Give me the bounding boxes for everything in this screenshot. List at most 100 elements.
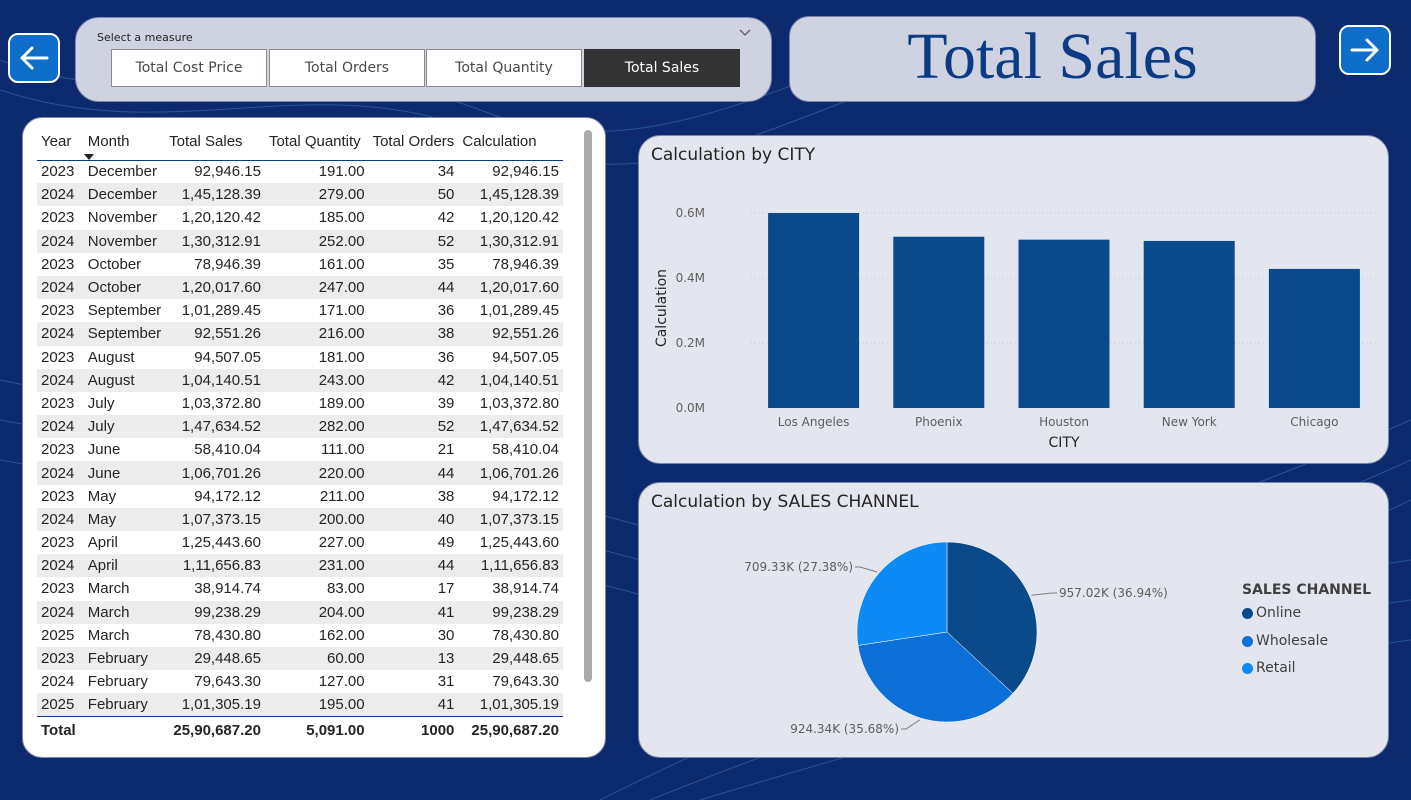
forward-button[interactable] — [1339, 25, 1391, 75]
column-header-total-orders[interactable]: Total Orders — [368, 130, 459, 161]
sales-table: Year Month Total Sales Total Quantity To… — [37, 130, 563, 744]
cell-total-quantity: 227.00 — [318, 534, 365, 552]
table-row[interactable]: 2023 May 94,172.12 211.00 38 94,172.12 — [37, 485, 563, 508]
table-row[interactable]: 2024 August 1,04,140.51 243.00 42 1,04,140.51 — [37, 368, 563, 392]
cell-calculation: 79,643.30 — [492, 673, 559, 691]
table-row[interactable]: 2025 February 1,01,305.19 195.00 41 1,01,305.… — [37, 693, 563, 717]
cell-calculation: 1,07,373.15 — [479, 510, 559, 528]
table-row[interactable]: 2023 November 1,20,120.42 185.00 42 1,20,120.… — [37, 206, 563, 229]
total-orders-value: 1000 — [368, 716, 459, 744]
cell-calculation: 1,11,656.83 — [480, 557, 559, 575]
cell-year: 2023 — [41, 534, 75, 552]
table-header-row: Year Month Total Sales Total Quantity To… — [37, 130, 563, 161]
cell-total-sales: 1,20,017.60 — [181, 279, 261, 297]
cell-total-orders: 40 — [437, 510, 455, 528]
slicer-option-total-orders[interactable]: Total Orders — [269, 49, 425, 87]
table-row[interactable]: 2023 April 1,25,443.60 227.00 49 1,25,443.60 — [37, 531, 563, 554]
cell-month: February — [87, 673, 148, 691]
column-header-total-quantity[interactable]: Total Quantity — [264, 130, 369, 161]
chevron-down-icon[interactable] — [739, 29, 751, 37]
slicer-option-total-quantity[interactable]: Total Quantity — [426, 49, 582, 87]
table-row[interactable]: 2024 April 1,11,656.83 231.00 44 1,11,656.83 — [37, 554, 563, 578]
table-row[interactable]: 2025 March 78,430.80 162.00 30 78,430.80 — [37, 624, 563, 647]
cell-calculation: 1,01,289.45 — [479, 302, 559, 320]
cell-total-sales: 94,172.12 — [194, 487, 261, 505]
cell-year: 2024 — [41, 510, 75, 528]
cell-total-quantity: 282.00 — [318, 418, 365, 436]
cell-total-sales: 1,20,120.42 — [181, 209, 261, 227]
cell-total-orders: 42 — [437, 371, 455, 389]
table-row[interactable]: 2024 July 1,47,634.52 282.00 52 1,47,634.52 — [37, 415, 563, 439]
cell-calculation: 1,47,634.52 — [479, 418, 559, 436]
city-chart-card: Calculation by CITY 0.0M 0.2M 0.4M 0.6M Los … — [638, 135, 1389, 464]
cell-total-sales: 1,03,372.80 — [181, 394, 261, 412]
y-axis-title: Calculation — [654, 269, 670, 347]
cell-calculation: 78,430.80 — [492, 626, 559, 644]
cell-month: August — [87, 371, 135, 389]
cell-total-sales: 78,946.39 — [194, 255, 261, 273]
cell-year: 2024 — [41, 418, 75, 436]
table-row[interactable]: 2023 December 92,946.15 191.00 34 92,946.15 — [37, 160, 563, 183]
table-row[interactable]: 2024 March 99,238.29 204.00 41 99,238.29 — [37, 600, 563, 624]
legend-item-retail[interactable]: Retail — [1242, 660, 1296, 676]
table-row[interactable]: 2024 February 79,643.30 127.00 31 79,643.30 — [37, 670, 563, 693]
cell-calculation: 29,448.65 — [492, 650, 559, 668]
table-row[interactable]: 2023 February 29,448.65 60.00 13 29,448.65 — [37, 646, 563, 671]
cell-year: 2024 — [41, 673, 75, 691]
cell-month: September — [87, 325, 162, 343]
back-button[interactable] — [8, 33, 60, 83]
cell-total-sales: 38,914.74 — [194, 580, 261, 598]
table-scrollbar[interactable] — [584, 130, 592, 682]
slicer-option-total-cost-price[interactable]: Total Cost Price — [111, 49, 267, 87]
cell-month: October — [87, 279, 142, 297]
table-row[interactable]: 2024 November 1,30,312.91 252.00 52 1,30,312.… — [37, 229, 563, 253]
column-header-month[interactable]: Month — [83, 130, 166, 161]
x-tick-label: Los Angeles — [778, 415, 850, 429]
cell-calculation: 1,20,017.60 — [479, 279, 559, 297]
legend-item-online[interactable]: Online — [1242, 605, 1301, 621]
table-row[interactable]: 2023 October 78,946.39 161.00 35 78,946.39 — [37, 253, 563, 276]
slicer-label: Select a measure — [97, 31, 193, 44]
table-row[interactable]: 2023 July 1,03,372.80 189.00 39 1,03,372.80 — [37, 392, 563, 415]
cell-year: 2025 — [41, 696, 75, 714]
cell-month: June — [87, 464, 121, 482]
cell-month: December — [87, 186, 157, 204]
column-header-year[interactable]: Year — [37, 130, 84, 161]
cell-total-orders: 50 — [437, 186, 455, 204]
x-tick-label: Phoenix — [915, 415, 963, 429]
cell-year: 2024 — [41, 325, 75, 343]
column-header-calculation[interactable]: Calculation — [458, 130, 563, 161]
cell-total-quantity: 185.00 — [318, 209, 365, 227]
table-row[interactable]: 2024 October 1,20,017.60 247.00 44 1,20,017.6… — [37, 275, 563, 300]
cell-year: 2023 — [41, 302, 75, 320]
table-row[interactable]: 2023 June 58,410.04 111.00 21 58,410.04 — [37, 438, 563, 461]
table-row[interactable]: 2023 March 38,914.74 83.00 17 38,914.74 — [37, 577, 563, 600]
cell-total-sales: 79,643.30 — [194, 673, 261, 691]
cell-total-orders: 49 — [437, 534, 455, 552]
table-row[interactable]: 2023 September 1,01,289.45 171.00 36 1,01,289… — [37, 299, 563, 322]
cell-total-sales: 94,507.05 — [194, 348, 261, 366]
cell-total-sales: 29,448.65 — [194, 650, 261, 668]
cell-year: 2023 — [41, 650, 75, 668]
sales-table-panel: Year Month Total Sales Total Quantity To… — [22, 117, 606, 758]
y-tick-label: 0.6M — [676, 206, 705, 220]
slicer-option-total-sales[interactable]: Total Sales — [584, 49, 740, 87]
cell-total-quantity: 191.00 — [318, 163, 365, 181]
cell-month: March — [87, 603, 130, 621]
column-header-total-sales[interactable]: Total Sales — [165, 130, 265, 161]
cell-month: February — [87, 696, 148, 714]
table-row[interactable]: 2024 May 1,07,373.15 200.00 40 1,07,373.15 — [37, 507, 563, 531]
y-tick-label: 0.0M — [676, 401, 705, 415]
cell-total-quantity: 161.00 — [318, 255, 365, 273]
table-row[interactable]: 2024 September 92,551.26 216.00 38 92,551.26 — [37, 322, 563, 346]
table-row[interactable]: 2023 August 94,507.05 181.00 36 94,507.05 — [37, 346, 563, 369]
legend-item-wholesale[interactable]: Wholesale — [1242, 633, 1328, 649]
cell-total-orders: 52 — [437, 232, 455, 250]
leader-line — [855, 566, 878, 573]
cell-month: May — [87, 487, 117, 505]
table-row[interactable]: 2024 June 1,06,701.26 220.00 44 1,06,701.26 — [37, 461, 563, 485]
cell-calculation: 94,172.12 — [492, 487, 559, 505]
channel-pie-chart: 957.02K (36.94%) 924.34K (35.68%) 709.33K … — [744, 541, 1168, 736]
table-row[interactable]: 2024 December 1,45,128.39 279.00 50 1,45,128.… — [37, 183, 563, 207]
cell-calculation: 38,914.74 — [492, 580, 559, 598]
